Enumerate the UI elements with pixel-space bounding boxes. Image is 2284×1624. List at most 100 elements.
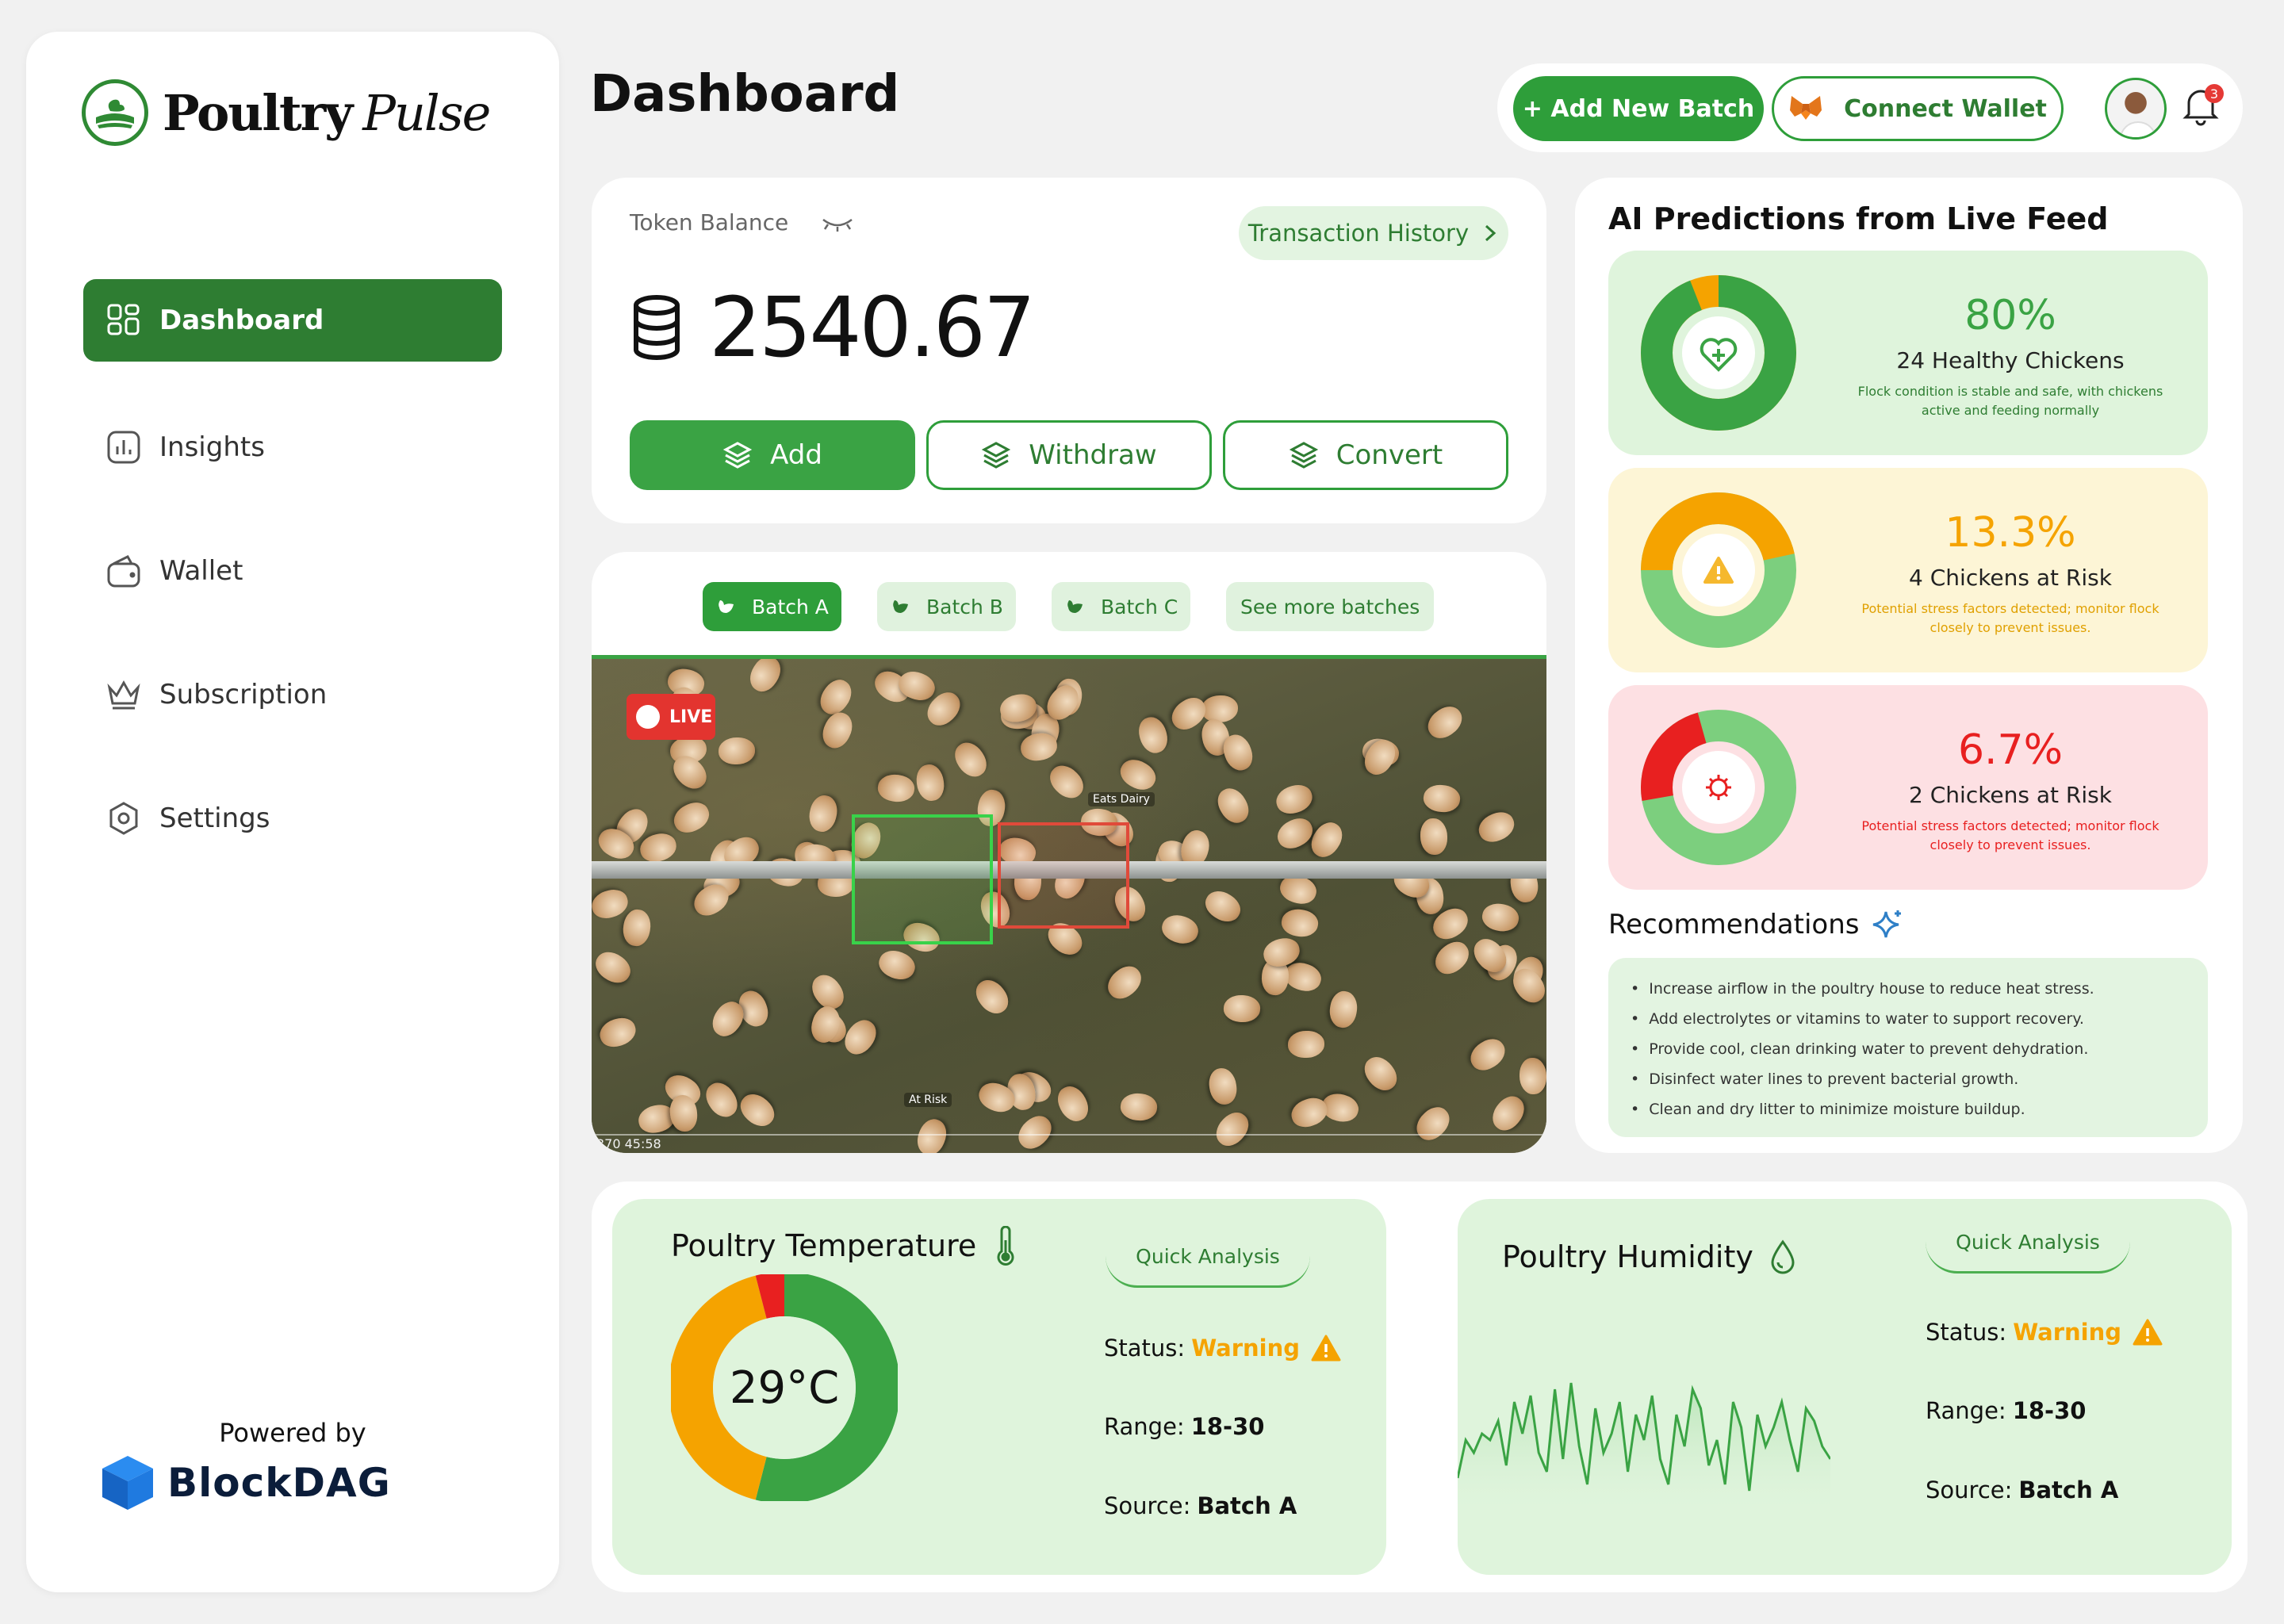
temperature-status: Status: Warning (1104, 1334, 1341, 1362)
humidity-status: Status: Warning (1926, 1318, 2163, 1346)
prediction-critical[interactable]: 6.7% 2 Chickens at Risk Potential stress… (1608, 685, 2208, 890)
prediction-label: 4 Chickens at Risk (1909, 565, 2112, 591)
nav-label: Settings (159, 802, 270, 834)
humidity-source: Source: Batch A (1926, 1477, 2119, 1503)
humidity-line-chart (1458, 1382, 1830, 1516)
token-balance: 2540.67 (631, 279, 1036, 376)
user-avatar[interactable] (2105, 78, 2167, 140)
humidity-panel: Poultry Humidity Quick Analysis Status: W… (1458, 1199, 2232, 1575)
notifications-button[interactable]: 3 (2178, 82, 2228, 133)
prediction-percent: 80% (1964, 292, 2056, 339)
quick-analysis-button[interactable]: Quick Analysis (1106, 1228, 1310, 1288)
crown-icon (105, 676, 142, 713)
nav-label: Dashboard (159, 304, 324, 336)
token-balance-card: Token Balance Transaction History 2540.6… (592, 178, 1546, 523)
top-actions: + Add New Batch Connect Wallet 3 (1497, 63, 2243, 152)
chicken (718, 737, 755, 764)
temperature-title: Poultry Temperature (671, 1226, 1019, 1266)
prediction-percent: 13.3% (1945, 509, 2076, 557)
temperature-source: Source: Batch A (1104, 1492, 1297, 1519)
coins-icon (634, 295, 680, 360)
prediction-description: Potential stress factors detected; monit… (1861, 818, 2159, 852)
quick-analysis-button[interactable]: Quick Analysis (1926, 1213, 2130, 1274)
see-more-batches-button[interactable]: See more batches (1226, 582, 1435, 631)
list-item: Increase airflow in the poultry house to… (1631, 974, 2186, 1004)
at-risk-detection-box (998, 822, 1129, 929)
prediction-description: Flock condition is stable and safe, with… (1857, 384, 2163, 418)
nav-item-insights[interactable]: Insights (83, 406, 502, 488)
environment-card: Poultry Temperature Quick Analysis 29°C … (592, 1182, 2248, 1592)
droplet-icon (1771, 1239, 1795, 1274)
token-balance-value: 2540.67 (709, 279, 1036, 376)
add-new-batch-button[interactable]: + Add New Batch (1513, 76, 1764, 141)
detection-tag: Eats Dairy (1088, 792, 1155, 806)
donut-chart (1641, 492, 1796, 648)
brand-logo[interactable]: Poultry Pulse (82, 79, 491, 146)
nav-item-settings[interactable]: Settings (83, 777, 502, 860)
gear-icon (105, 800, 142, 837)
layers-icon (722, 442, 753, 469)
convert-button[interactable]: Convert (1223, 420, 1508, 490)
page-title: Dashboard (590, 65, 900, 124)
list-item: Disinfect water lines to prevent bacteri… (1631, 1064, 2186, 1094)
nav-item-subscription[interactable]: Subscription (83, 653, 502, 736)
brand-name: Poultry Pulse (163, 83, 491, 142)
grid-icon (105, 302, 142, 339)
nav-label: Insights (159, 431, 265, 463)
donut-chart (1641, 275, 1796, 431)
prediction-percent: 6.7% (1957, 726, 2064, 774)
farm-logo-icon (82, 79, 148, 146)
tab-batch-a[interactable]: Batch A (703, 582, 841, 631)
detection-tag: At Risk (904, 1093, 952, 1107)
recommendations-list: Increase airflow in the poultry house to… (1608, 958, 2208, 1137)
partner-logo: BlockDAG (99, 1453, 391, 1513)
list-item: Clean and dry litter to minimize moistur… (1631, 1094, 2186, 1124)
nav-label: Subscription (159, 679, 328, 710)
live-badge: LIVE (627, 694, 715, 740)
thermometer-icon (997, 1226, 1014, 1266)
ai-predictions-card: AI Predictions from Live Feed 80% 24 Hea… (1575, 178, 2243, 1153)
layers-icon (1289, 442, 1318, 469)
metamask-fox-icon (1790, 96, 1822, 120)
sidebar: Poultry Pulse Dashboard Insights Wallet S… (26, 32, 559, 1592)
prediction-at-risk[interactable]: 13.3% 4 Chickens at Risk Potential stres… (1608, 468, 2208, 672)
video-timecode: 370 45:58 (596, 1136, 661, 1151)
prediction-label: 24 Healthy Chickens (1896, 347, 2125, 373)
list-item: Add electrolytes or vitamins to water to… (1631, 1004, 2186, 1034)
chart-icon (105, 429, 142, 465)
prediction-description: Potential stress factors detected; monit… (1861, 601, 2159, 635)
humidity-range: Range: 18-30 (1926, 1397, 2087, 1424)
prediction-label: 2 Chickens at Risk (1909, 782, 2112, 808)
nav-item-dashboard[interactable]: Dashboard (83, 279, 502, 362)
partner-name: BlockDAG (167, 1460, 391, 1506)
tab-batch-c[interactable]: Batch C (1052, 582, 1191, 631)
cube-icon (102, 1456, 153, 1510)
eye-closed-icon[interactable] (820, 213, 855, 232)
video-scrub-line (592, 1134, 1546, 1136)
chicken-icon (893, 600, 908, 613)
prediction-donut (1640, 709, 1797, 866)
temperature-range: Range: 18-30 (1104, 1413, 1265, 1440)
temperature-value: 29°C (729, 1362, 840, 1414)
nav-item-wallet[interactable]: Wallet (83, 530, 502, 612)
powered-by-label: Powered by (219, 1418, 366, 1448)
temperature-panel: Poultry Temperature Quick Analysis 29°C … (612, 1199, 1386, 1575)
nav-label: Wallet (159, 555, 243, 587)
add-button[interactable]: Add (630, 420, 915, 490)
chicken-icon (719, 600, 734, 613)
donut-chart (1640, 710, 1796, 865)
token-balance-label: Token Balance (630, 209, 855, 236)
connect-wallet-button[interactable]: Connect Wallet (1772, 76, 2064, 141)
withdraw-button[interactable]: Withdraw (926, 420, 1212, 490)
warning-icon (1311, 1335, 1341, 1362)
tab-batch-b[interactable]: Batch B (877, 582, 1016, 631)
prediction-healthy[interactable]: 80% 24 Healthy Chickens Flock condition … (1608, 251, 2208, 455)
notification-badge: 3 (2205, 84, 2224, 103)
transaction-history-button[interactable]: Transaction History (1239, 206, 1508, 260)
layers-icon (982, 442, 1011, 469)
chicken (1420, 818, 1448, 855)
connect-wallet-label: Connect Wallet (1844, 94, 2047, 123)
warning-icon (2133, 1319, 2163, 1346)
ai-predictions-title: AI Predictions from Live Feed (1608, 201, 2109, 236)
live-video-feed[interactable]: Eats Dairy At Risk LIVE 370 45:58 (592, 655, 1546, 1153)
